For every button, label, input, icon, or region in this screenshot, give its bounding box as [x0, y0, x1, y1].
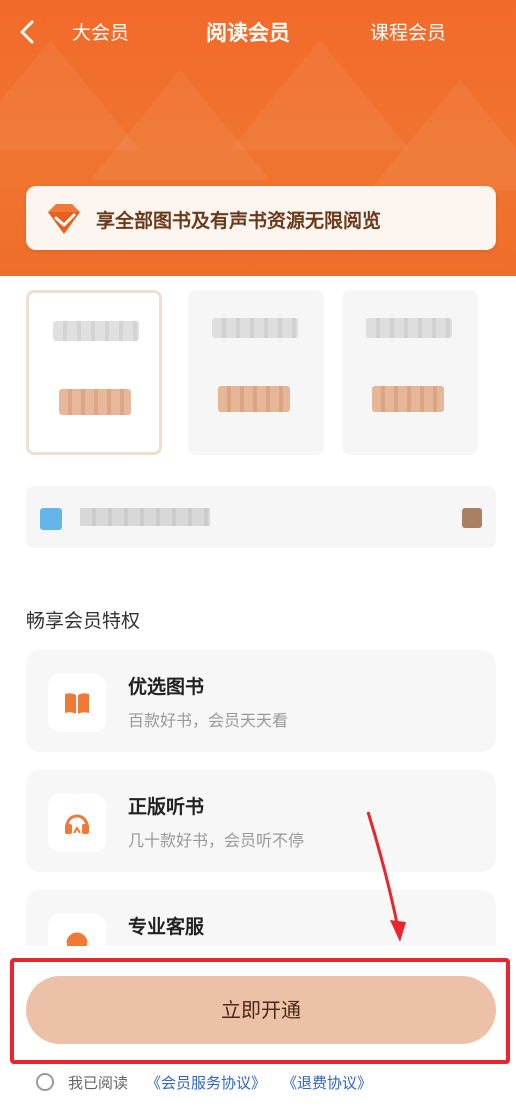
plan-price-blurred [59, 389, 131, 415]
plan-card[interactable] [26, 290, 162, 455]
agreement-row: 我已阅读 《会员服务协议》 《退费协议》 [36, 1071, 506, 1093]
back-button[interactable] [14, 18, 42, 46]
tab-reading-member[interactable]: 阅读会员 [206, 17, 290, 47]
benefit-banner: 享全部图书及有声书资源无限阅览 [26, 186, 496, 250]
plan-price-blurred [372, 386, 444, 412]
benefit-title: 专业客服 [128, 916, 205, 938]
plan-price-blurred [218, 386, 290, 412]
plan-card[interactable] [188, 290, 324, 455]
agreement-radio[interactable] [36, 1073, 54, 1091]
tab-big-member[interactable]: 大会员 [72, 18, 129, 45]
decor-shape [370, 80, 516, 190]
plan-name-blurred [366, 318, 452, 338]
benefit-icon-box [48, 674, 106, 732]
benefit-subtitle: 百款好书，会员天天看 [128, 711, 289, 730]
plan-card[interactable] [342, 290, 478, 455]
plan-name-blurred [53, 321, 139, 341]
refund-agreement-link[interactable]: 《退费协议》 [282, 1072, 372, 1093]
coupon-icon [40, 508, 62, 530]
member-service-agreement-link[interactable]: 《会员服务协议》 [146, 1072, 266, 1093]
tab-course-member[interactable]: 课程会员 [370, 18, 446, 45]
top-nav: 大会员 阅读会员 课程会员 [0, 0, 516, 64]
benefit-icon-box [48, 794, 106, 852]
chevron-left-icon [20, 20, 34, 44]
book-icon [65, 693, 89, 714]
open-membership-button[interactable]: 立即开通 [26, 976, 496, 1044]
coupon-row[interactable] [26, 486, 496, 548]
coupon-arrow-icon [462, 508, 482, 528]
benefit-title: 优选图书 [128, 676, 205, 698]
agreement-prefix: 我已阅读 [68, 1074, 129, 1092]
benefits-section-title: 畅享会员特权 [26, 610, 141, 632]
benefit-subtitle: 几十款好书，会员听不停 [128, 831, 305, 850]
benefit-card-audiobooks[interactable]: 正版听书 几十款好书，会员听不停 [26, 770, 496, 872]
benefit-title: 正版听书 [128, 796, 205, 818]
banner-text: 享全部图书及有声书资源无限阅览 [96, 210, 382, 232]
coupon-text-blurred [80, 508, 210, 526]
headphones-icon [65, 814, 89, 834]
plan-name-blurred [212, 318, 298, 338]
diamond-icon [48, 204, 80, 234]
benefit-card-books[interactable]: 优选图书 百款好书，会员天天看 [26, 650, 496, 752]
